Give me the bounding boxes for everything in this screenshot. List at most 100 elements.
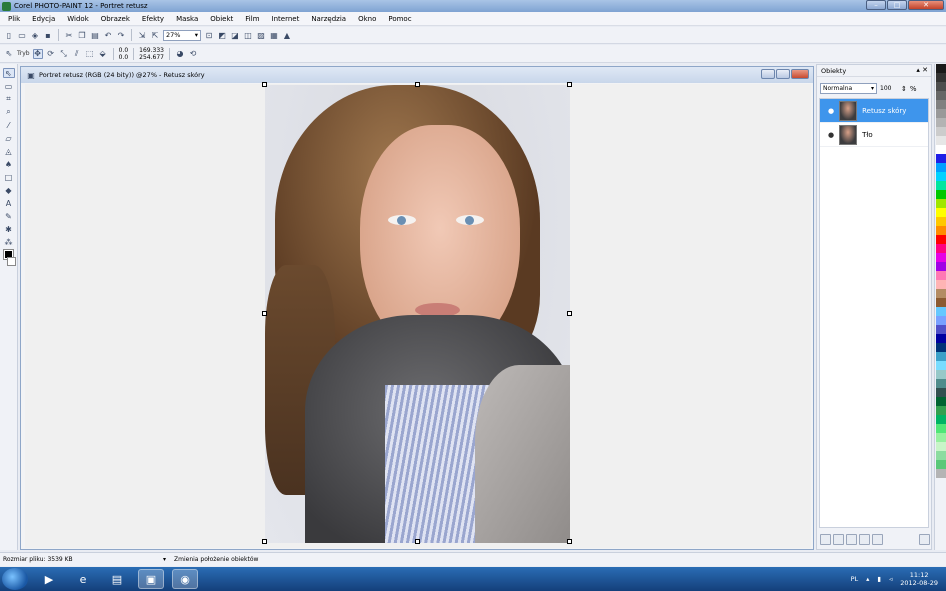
palette-swatch[interactable] (936, 298, 946, 307)
document-restore-button[interactable] (776, 69, 790, 79)
palette-swatch[interactable] (936, 451, 946, 460)
selection-handle[interactable] (567, 311, 572, 316)
menu-okno[interactable]: Okno (358, 15, 376, 23)
palette-swatch[interactable] (936, 262, 946, 271)
show-objects-icon[interactable]: ◫ (243, 30, 253, 40)
menu-edycja[interactable]: Edycja (32, 15, 55, 23)
palette-swatch[interactable] (936, 271, 946, 280)
canvas-area[interactable] (25, 82, 811, 548)
palette-swatch[interactable] (936, 154, 946, 163)
layer-item-tlo[interactable]: ● Tło (820, 123, 928, 147)
open-file-icon[interactable]: ▭ (17, 30, 27, 40)
menu-obrazek[interactable]: Obrazek (101, 15, 130, 23)
palette-swatch[interactable] (936, 118, 946, 127)
menu-narzedzia[interactable]: Narzędzia (311, 15, 346, 23)
selection-handle[interactable] (415, 82, 420, 87)
show-mask-icon[interactable]: ◪ (230, 30, 240, 40)
palette-swatch[interactable] (936, 217, 946, 226)
mask-from-object-icon[interactable] (859, 533, 870, 545)
visibility-eye-icon[interactable]: ● (828, 131, 834, 139)
palette-swatch[interactable] (936, 361, 946, 370)
menu-obiekt[interactable]: Obiekt (210, 15, 233, 23)
explorer-folder-icon[interactable]: ▤ (104, 569, 130, 589)
menu-plik[interactable]: Plik (8, 15, 20, 23)
menu-widok[interactable]: Widok (67, 15, 89, 23)
red-eye-icon[interactable]: ◬ (3, 146, 15, 156)
palette-swatch[interactable] (936, 370, 946, 379)
paint-tool-icon[interactable]: ✎ (3, 211, 15, 221)
effect-tool-icon[interactable]: ✱ (3, 224, 15, 234)
blend-mode-select[interactable]: Normalna ▾ (820, 83, 877, 94)
status-dropdown-icon[interactable]: ▾ (163, 556, 166, 563)
zoom-fit-icon[interactable]: ⊡ (204, 30, 214, 40)
palette-swatch[interactable] (936, 91, 946, 100)
corel-taskbar-icon[interactable]: ▣ (138, 569, 164, 589)
selection-handle[interactable] (567, 82, 572, 87)
palette-swatch[interactable] (936, 415, 946, 424)
skew-mode-icon[interactable]: ⫽ (72, 49, 82, 59)
palette-swatch[interactable] (936, 388, 946, 397)
palette-swatch[interactable] (936, 433, 946, 442)
palette-swatch[interactable] (936, 82, 946, 91)
crop-tool-icon[interactable]: ⌗ (3, 94, 15, 104)
scan-icon[interactable]: ◈ (30, 30, 40, 40)
mask-overlay-icon[interactable]: ◩ (217, 30, 227, 40)
palette-swatch[interactable] (936, 145, 946, 154)
rectangle-mask-icon[interactable]: ▭ (3, 81, 15, 91)
palette-swatch[interactable] (936, 244, 946, 253)
shape-tool-icon[interactable]: □ (3, 172, 15, 182)
palette-swatch[interactable] (936, 397, 946, 406)
grid-icon[interactable]: ▦ (269, 30, 279, 40)
scale-mode-icon[interactable]: ⤡ (59, 49, 69, 59)
palette-swatch[interactable] (936, 199, 946, 208)
clone-tool-icon[interactable]: ♠ (3, 159, 15, 169)
combine-icon[interactable] (846, 533, 857, 545)
menu-film[interactable]: Film (245, 15, 259, 23)
palette-swatch[interactable] (936, 289, 946, 298)
minimize-button[interactable]: – (866, 0, 886, 10)
distort-mode-icon[interactable]: ⬚ (85, 49, 95, 59)
document-minimize-button[interactable] (761, 69, 775, 79)
selection-handle[interactable] (262, 82, 267, 87)
palette-swatch[interactable] (936, 100, 946, 109)
y-offset-field[interactable]: 0.0 (119, 54, 129, 61)
reset-icon[interactable]: ⟲ (188, 49, 198, 59)
network-icon[interactable]: ▮ (877, 575, 881, 583)
document-close-button[interactable] (791, 69, 809, 79)
import-icon[interactable]: ⇲ (137, 30, 147, 40)
save-icon[interactable]: ▪ (43, 30, 53, 40)
palette-swatch[interactable] (936, 73, 946, 82)
start-button[interactable] (2, 568, 28, 590)
trash-icon[interactable] (919, 533, 930, 545)
palette-swatch[interactable] (936, 352, 946, 361)
media-player-icon[interactable]: ▶ (36, 569, 62, 589)
menu-pomoc[interactable]: Pomoc (388, 15, 411, 23)
new-object-icon[interactable] (820, 533, 831, 545)
zoom-tool-icon[interactable]: ⌕ (3, 107, 15, 117)
palette-swatch[interactable] (936, 181, 946, 190)
palette-swatch[interactable] (936, 325, 946, 334)
palette-swatch[interactable] (936, 460, 946, 469)
palette-swatch[interactable] (936, 172, 946, 181)
palette-swatch[interactable] (936, 127, 946, 136)
menu-efekty[interactable]: Efekty (142, 15, 164, 23)
pick-tool-icon[interactable]: ⇖ (2, 68, 15, 78)
selection-handle[interactable] (415, 539, 420, 544)
palette-swatch[interactable] (936, 280, 946, 289)
palette-swatch[interactable] (936, 343, 946, 352)
x-offset-field[interactable]: 0.0 (119, 47, 129, 54)
palette-swatch[interactable] (936, 424, 946, 433)
pick-tool-icon[interactable]: ⇖ (4, 49, 14, 59)
palette-swatch[interactable] (936, 226, 946, 235)
tray-arrow-icon[interactable]: ▴ (866, 575, 869, 583)
menu-maska[interactable]: Maska (176, 15, 198, 23)
palette-swatch[interactable] (936, 469, 946, 478)
rotate-mode-icon[interactable]: ⟳ (46, 49, 56, 59)
palette-swatch[interactable] (936, 253, 946, 262)
new-file-icon[interactable]: ▯ (4, 30, 14, 40)
apply-icon[interactable]: ◕ (175, 49, 185, 59)
copy-icon[interactable]: ❐ (77, 30, 87, 40)
visibility-eye-icon[interactable]: ● (828, 107, 834, 115)
perspective-mode-icon[interactable]: ⬙ (98, 49, 108, 59)
internet-explorer-icon[interactable]: e (70, 569, 96, 589)
